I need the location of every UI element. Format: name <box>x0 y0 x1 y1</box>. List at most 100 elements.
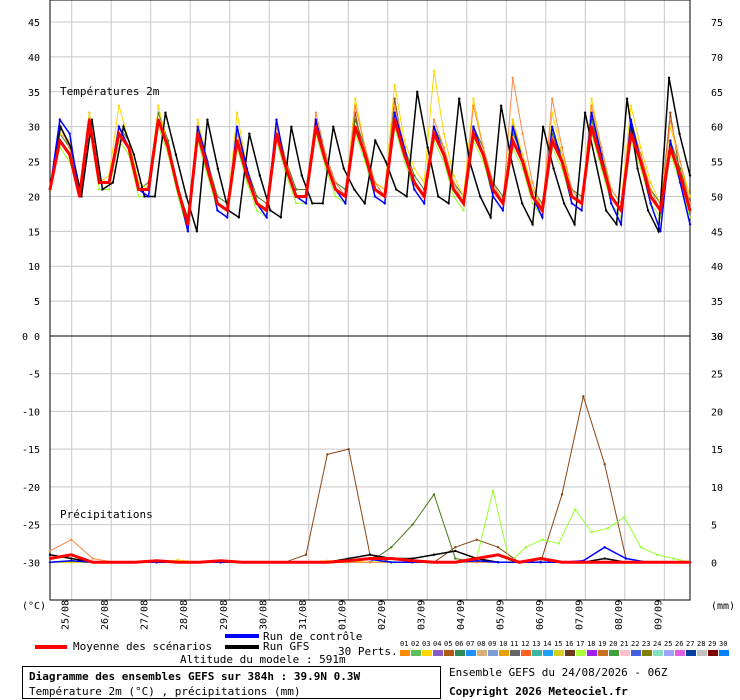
temperature-point <box>373 188 377 191</box>
precipitation-point <box>624 557 628 560</box>
precipitation-point <box>48 549 52 553</box>
precipitation-point <box>688 561 692 564</box>
temperature-point <box>413 181 416 184</box>
precipitation-point <box>411 523 414 526</box>
temperature-point <box>157 104 160 107</box>
pert-code-label: 08 <box>477 640 485 648</box>
precipitation-point <box>557 542 560 545</box>
pert-code-label: 15 <box>554 640 562 648</box>
precipitation-point <box>454 549 457 553</box>
temperature-point <box>600 160 603 163</box>
pert-color-swatch <box>422 650 432 656</box>
precipitation-point <box>91 561 94 564</box>
temperature-point <box>580 209 583 212</box>
temperature-point <box>304 195 308 198</box>
pert-color-swatch <box>719 650 729 656</box>
temperature-point <box>393 104 396 107</box>
temperature-point <box>354 118 357 121</box>
pert-color-swatch <box>653 650 663 656</box>
temperature-point <box>235 125 239 128</box>
temperature-point <box>237 216 241 219</box>
temperature-point <box>285 167 288 170</box>
y-right-tick-label: 30 <box>711 332 723 343</box>
temperature-point <box>667 76 671 80</box>
temperature-point <box>639 146 642 149</box>
temperature-point <box>452 195 455 198</box>
y-left-tick-label: 25 <box>28 158 40 169</box>
precipitation-point <box>603 557 606 560</box>
temperature-point <box>258 174 262 177</box>
pert-color-swatch <box>620 650 630 656</box>
temperature-panel-label: Températures 2m <box>60 85 160 98</box>
y-left-tick-label: 35 <box>28 88 40 99</box>
temperature-point <box>111 181 115 184</box>
temperature-point <box>245 174 249 177</box>
temperature-point <box>88 111 91 114</box>
temperature-point <box>185 195 188 198</box>
temperature-point <box>58 118 62 121</box>
pert-code-label: 04 <box>433 640 441 648</box>
precipitation-point <box>283 561 286 564</box>
temperature-point <box>300 174 304 177</box>
temperature-point <box>426 146 429 149</box>
temperature-point <box>447 202 450 205</box>
precipitation-point <box>347 447 350 451</box>
temperature-point <box>457 97 461 100</box>
precipitation-point <box>347 559 350 562</box>
x-tick-label: 04/09 <box>456 600 467 630</box>
temperature-point <box>354 97 357 100</box>
temperature-point <box>147 188 150 191</box>
temperature-point <box>649 202 652 205</box>
precipitation-point <box>390 557 393 560</box>
temperature-point <box>472 104 475 107</box>
temperature-point <box>354 104 357 107</box>
temperature-point <box>570 202 574 205</box>
pert-code-label: 24 <box>653 640 661 648</box>
pert-color-swatch <box>455 650 465 656</box>
temperature-point <box>344 195 347 198</box>
pert-color-swatch <box>499 650 509 656</box>
pert-color-swatch <box>477 650 487 656</box>
y-left-tick-label: 30 <box>28 123 40 134</box>
precipitation-point <box>646 561 649 564</box>
temperature-point <box>629 118 633 121</box>
y-right-tick-label: 65 <box>711 88 723 99</box>
pert-code-label: 19 <box>598 640 606 648</box>
y-left-tick-label: 5 <box>34 297 40 308</box>
pert-color-swatch <box>510 650 520 656</box>
pert-color-swatch <box>433 650 443 656</box>
precipitation-point <box>432 561 436 564</box>
temperature-point <box>342 167 345 170</box>
pert-color-swatch <box>686 650 696 656</box>
temperature-point <box>186 230 190 233</box>
temperature-point <box>373 195 377 198</box>
pert-code-label: 12 <box>521 640 529 648</box>
temperature-point <box>432 69 436 73</box>
copyright: Copyright 2026 Meteociel.fr <box>449 685 628 698</box>
y-right-tick-label: 70 <box>711 53 723 64</box>
temperature-point <box>216 209 219 212</box>
precipitation-point <box>368 553 372 556</box>
temperature-series-run-gfs <box>49 77 691 235</box>
precipitation-point <box>496 561 500 564</box>
temperature-point <box>248 132 251 135</box>
temperature-point <box>90 118 94 121</box>
temperature-point <box>610 195 613 198</box>
temperature-point <box>521 132 524 135</box>
precipitation-point <box>560 561 564 564</box>
temperature-point <box>393 83 396 87</box>
temperature-point <box>195 230 199 233</box>
precipitation-point <box>70 553 73 556</box>
temperature-point <box>393 118 396 121</box>
temperature-point <box>216 202 219 205</box>
precipitation-point <box>304 561 308 564</box>
precipitation-point <box>672 557 675 560</box>
temperature-point <box>669 146 672 149</box>
temperature-point <box>560 153 564 156</box>
precipitation-point <box>560 493 564 496</box>
temperature-point <box>531 195 534 198</box>
y-right-tick-label: 35 <box>711 297 723 308</box>
y-right-tick-label: 45 <box>711 227 723 238</box>
precipitation-point <box>48 553 52 556</box>
temperature-point <box>462 202 465 205</box>
